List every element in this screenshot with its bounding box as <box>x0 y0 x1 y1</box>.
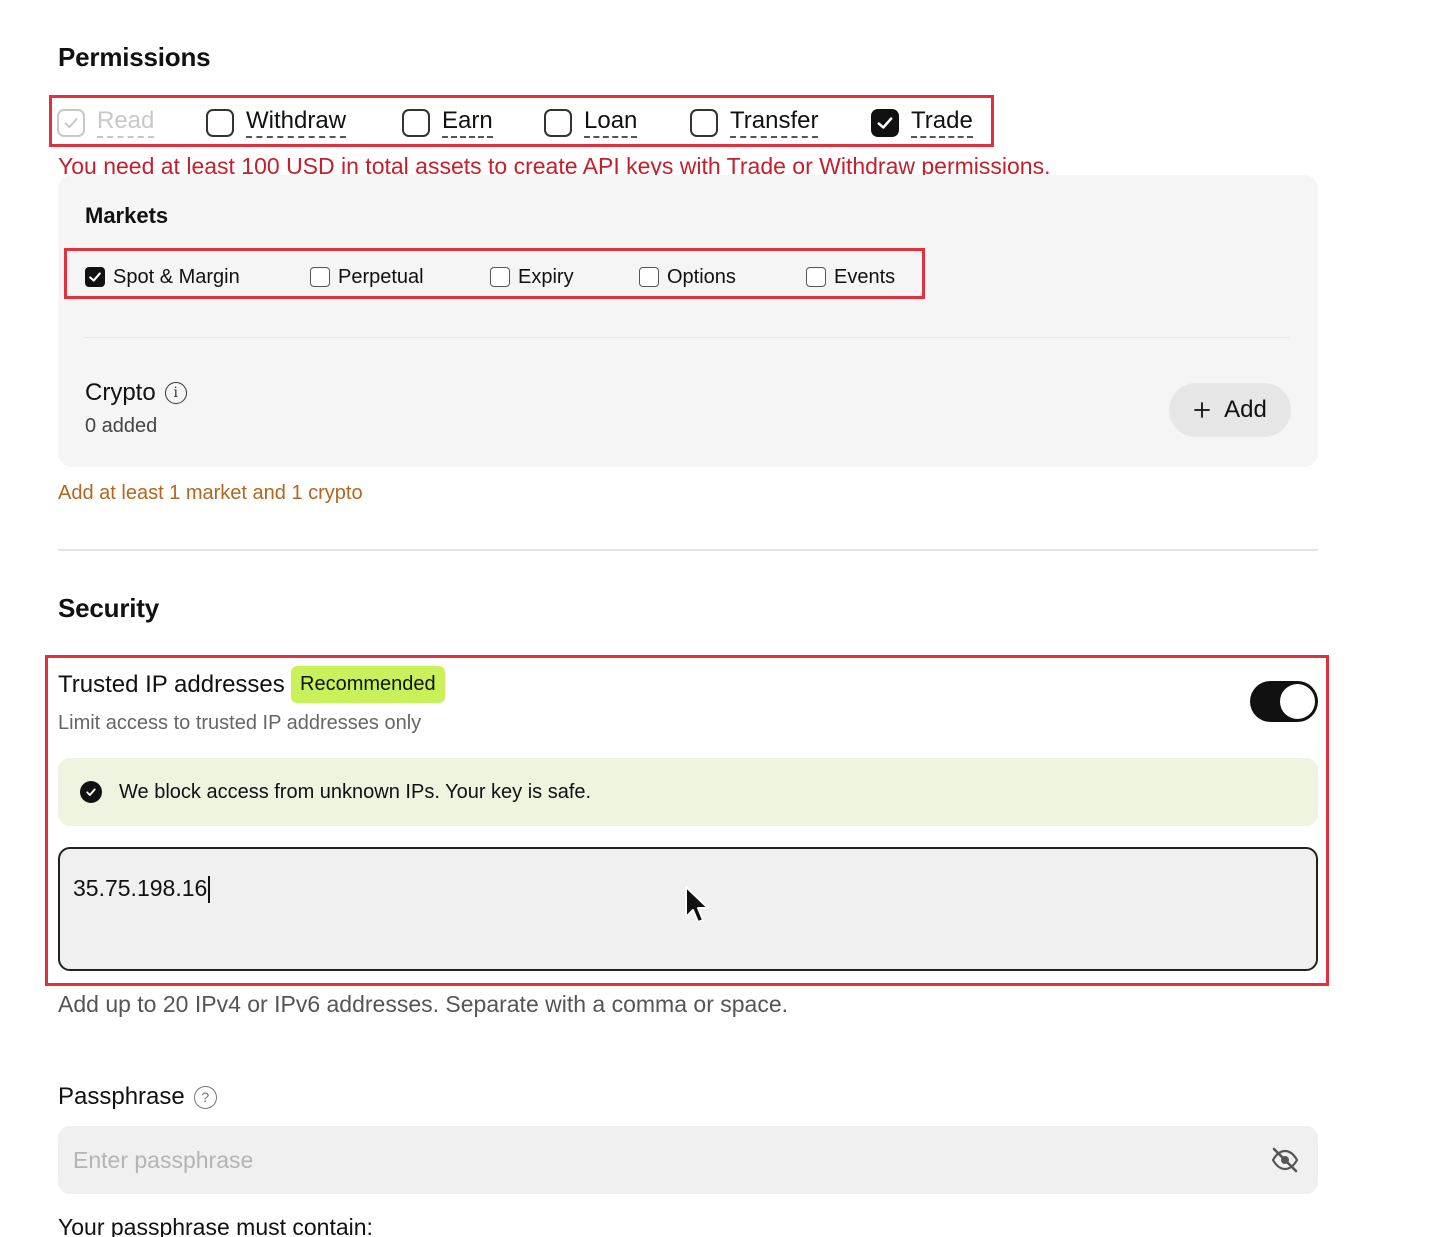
permission-read: Read <box>57 105 155 141</box>
permission-transfer[interactable]: Transfer <box>690 105 819 141</box>
plus-icon <box>1194 402 1211 418</box>
earn-checkbox[interactable] <box>402 109 430 137</box>
crypto-title: Crypto <box>85 379 156 406</box>
market-events-label[interactable]: Events <box>834 266 895 289</box>
read-checkbox <box>57 109 85 137</box>
crypto-hint: Add at least 1 market and 1 crypto <box>58 482 363 504</box>
check-icon <box>89 272 101 282</box>
permission-trade-label[interactable]: Trade <box>911 108 973 138</box>
ip-safety-notice-text: We block access from unknown IPs. Your k… <box>119 780 592 803</box>
expiry-checkbox[interactable] <box>490 267 510 287</box>
spot-margin-checkbox[interactable] <box>85 267 105 287</box>
withdraw-checkbox[interactable] <box>206 109 234 137</box>
market-options[interactable]: Options <box>639 263 736 291</box>
permission-withdraw-label[interactable]: Withdraw <box>246 108 347 138</box>
ip-address-value: 35.75.198.16 <box>73 875 208 901</box>
market-expiry-label[interactable]: Expiry <box>518 266 574 289</box>
crypto-header: Crypto i <box>85 379 187 407</box>
add-button-label: Add <box>1224 396 1267 423</box>
market-options-label[interactable]: Options <box>667 266 736 289</box>
permission-withdraw[interactable]: Withdraw <box>206 105 347 141</box>
perpetual-checkbox[interactable] <box>310 267 330 287</box>
passphrase-requirements-title: Your passphrase must contain: <box>58 1214 373 1237</box>
transfer-checkbox[interactable] <box>690 109 718 137</box>
events-checkbox[interactable] <box>806 267 826 287</box>
passphrase-input[interactable]: Enter passphrase <box>58 1126 1318 1194</box>
market-spot-margin[interactable]: Spot & Margin <box>85 263 240 291</box>
permission-earn[interactable]: Earn <box>402 105 493 141</box>
permission-read-label: Read <box>97 108 155 138</box>
section-divider <box>58 549 1318 551</box>
trade-checkbox[interactable] <box>871 109 899 137</box>
trusted-ip-toggle[interactable] <box>1250 681 1318 722</box>
passphrase-title: Passphrase <box>58 1083 185 1110</box>
add-crypto-button[interactable]: Add <box>1169 383 1291 437</box>
permission-loan-label[interactable]: Loan <box>584 108 638 138</box>
permission-loan[interactable]: Loan <box>544 105 638 141</box>
panel-divider <box>85 337 1290 338</box>
loan-checkbox[interactable] <box>544 109 572 137</box>
permissions-highlight-box <box>49 95 994 147</box>
toggle-knob <box>1280 684 1315 719</box>
recommended-badge: Recommended <box>291 666 445 703</box>
help-icon[interactable]: ? <box>193 1085 217 1109</box>
permissions-heading: Permissions <box>58 42 211 72</box>
check-circle-icon <box>80 781 102 803</box>
market-expiry[interactable]: Expiry <box>490 263 574 291</box>
passphrase-placeholder: Enter passphrase <box>73 1146 254 1173</box>
trusted-ip-title: Trusted IP addresses <box>58 671 285 698</box>
permission-transfer-label[interactable]: Transfer <box>730 108 819 138</box>
crypto-count: 0 added <box>85 415 158 437</box>
mouse-pointer-icon <box>685 886 709 923</box>
options-checkbox[interactable] <box>639 267 659 287</box>
market-spot-margin-label[interactable]: Spot & Margin <box>113 266 240 289</box>
ip-helper-text: Add up to 20 IPv4 or IPv6 addresses. Sep… <box>58 991 789 1017</box>
check-icon <box>877 117 893 129</box>
markets-panel <box>58 175 1318 467</box>
markets-heading: Markets <box>85 203 169 228</box>
eye-off-icon[interactable] <box>1270 1147 1300 1173</box>
security-heading: Security <box>58 593 160 623</box>
passphrase-header: Passphrase ? <box>58 1083 217 1111</box>
info-icon[interactable]: i <box>164 382 187 404</box>
trusted-ip-description: Limit access to trusted IP addresses onl… <box>58 712 422 734</box>
permission-trade[interactable]: Trade <box>871 105 973 141</box>
market-events[interactable]: Events <box>806 263 895 291</box>
permission-earn-label[interactable]: Earn <box>442 108 493 138</box>
text-caret <box>208 876 211 904</box>
market-perpetual-label[interactable]: Perpetual <box>338 266 424 289</box>
ip-safety-notice: We block access from unknown IPs. Your k… <box>58 758 1318 826</box>
check-icon <box>64 118 78 128</box>
market-perpetual[interactable]: Perpetual <box>310 263 424 291</box>
